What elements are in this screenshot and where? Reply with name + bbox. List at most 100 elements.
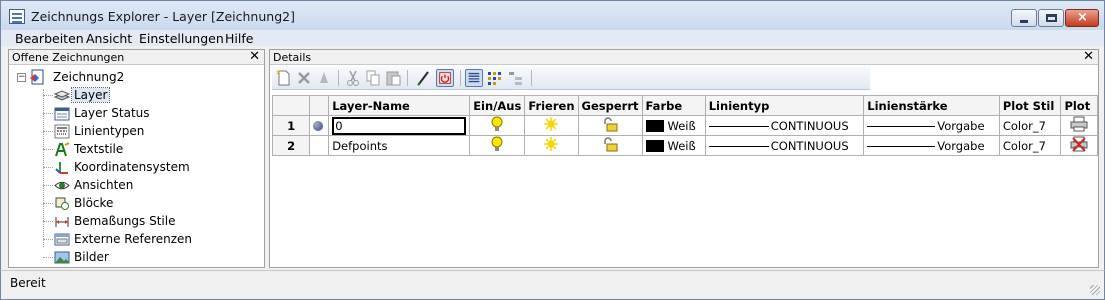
sun-icon[interactable] [543, 136, 559, 152]
close-pane-icon[interactable]: ✕ [249, 49, 260, 64]
details-view-icon[interactable] [465, 69, 483, 87]
column-header-on-off[interactable]: Ein/Aus [469, 95, 526, 116]
menu-ansicht[interactable]: Ansicht [86, 31, 132, 46]
linetype-cell[interactable]: CONTINUOUS [704, 135, 865, 156]
tree-view-icon[interactable] [507, 69, 525, 87]
color-cell[interactable]: Weiß [641, 115, 706, 136]
color-cell[interactable]: Weiß [641, 135, 706, 156]
edit-pen-icon[interactable] [415, 69, 433, 87]
tree-item-koordinatensystem[interactable]: Koordinatensystem [43, 159, 253, 177]
window-title: Zeichnungs Explorer - Layer [Zeichnung2] [31, 9, 295, 24]
table-header-row: Layer-Name Ein/Aus Frieren Gesperrt Farb… [271, 95, 1098, 116]
tree-item-layer[interactable]: Layer [43, 87, 253, 105]
column-header-plot-style[interactable]: Plot Stil [998, 95, 1062, 116]
layer-name-cell[interactable]: Defpoints [328, 135, 471, 156]
delete-icon[interactable] [295, 69, 313, 87]
on-off-cell[interactable] [469, 115, 526, 136]
no-plot-printer-icon[interactable] [1070, 136, 1088, 152]
cut-icon[interactable] [344, 69, 362, 87]
menu-hilfe[interactable]: Hilfe [225, 31, 253, 46]
menu-einstellungen[interactable]: Einstellungen [139, 31, 224, 46]
linetypes-icon [54, 124, 70, 139]
color-label: Weiß [667, 118, 696, 133]
unlocked-padlock-icon[interactable] [602, 116, 618, 132]
lightbulb-on-icon[interactable] [490, 116, 504, 132]
tree-item-label: Layer [70, 87, 111, 103]
tree-item-bemassungs-stile[interactable]: Bemaßungs Stile [43, 213, 253, 231]
close-details-icon[interactable]: ✕ [1083, 49, 1094, 64]
locked-cell[interactable] [577, 135, 643, 156]
tree-item-bilder[interactable]: Bilder [43, 249, 253, 267]
column-header-layer-name[interactable]: Layer-Name [328, 95, 471, 116]
plot-style-cell[interactable]: Color_7 [998, 135, 1062, 156]
details-title: Details [273, 51, 312, 64]
linetype-cell[interactable]: CONTINUOUS [704, 115, 865, 136]
freeze-cell[interactable] [524, 135, 579, 156]
icon-view-icon[interactable] [486, 69, 504, 87]
sun-icon[interactable] [543, 116, 559, 132]
blocks-icon [55, 197, 69, 210]
tree-item-label: Textstile [74, 142, 124, 156]
plot-style-cell[interactable]: Color_7 [998, 115, 1062, 136]
column-header-freeze[interactable]: Frieren [524, 95, 579, 116]
on-off-cell[interactable] [469, 135, 526, 156]
maximize-icon [1046, 14, 1057, 22]
paste-icon[interactable] [384, 69, 402, 87]
menu-bar: Bearbeiten Ansicht Einstellungen Hilfe [0, 30, 1105, 46]
tree-item-label: Blöcke [74, 196, 114, 210]
set-current-icon[interactable] [315, 69, 333, 87]
layer-table: Layer-Name Ein/Aus Frieren Gesperrt Farb… [271, 95, 1098, 156]
tree-item-label: Layer Status [74, 106, 150, 120]
lineweight-cell[interactable]: Vorgabe [863, 135, 1000, 156]
minimize-button[interactable] [1011, 9, 1037, 27]
tree-item-label: Koordinatensystem [74, 160, 190, 174]
current-layer-cell [309, 115, 330, 136]
freeze-cell[interactable] [524, 115, 579, 136]
table-row[interactable]: 2 Defpoints Weiß CONTINUOUS Vorgabe Colo… [271, 135, 1098, 156]
column-header-lineweight[interactable]: Linienstärke [863, 95, 1000, 116]
details-toolbar [272, 66, 870, 90]
collapse-expander[interactable]: − [17, 73, 26, 82]
table-row[interactable]: 1 0 Weiß CONTINUOUS Vorgabe Color_7 [271, 115, 1098, 136]
plot-cell[interactable] [1060, 135, 1098, 156]
lineweight-sample [867, 145, 936, 147]
column-header-linetype[interactable]: Linientyp [704, 95, 865, 116]
locked-cell[interactable] [577, 115, 643, 136]
tree-item-linientypen[interactable]: Linientypen [43, 123, 253, 141]
linetype-label: CONTINUOUS [770, 118, 849, 133]
tree-item-textstile[interactable]: Textstile [43, 141, 253, 159]
menu-bearbeiten[interactable]: Bearbeiten [15, 31, 84, 46]
column-header-plot[interactable]: Plot [1060, 95, 1098, 116]
lineweight-label: Vorgabe [937, 138, 985, 153]
tree-item-bloecke[interactable]: Blöcke [43, 195, 253, 213]
color-swatch [645, 120, 664, 132]
color-swatch [645, 140, 664, 152]
printer-icon[interactable] [1070, 116, 1088, 132]
power-filter-icon[interactable] [436, 69, 454, 87]
open-drawings-pane: Offene Zeichnungen ✕ − Zeichnung2 Layer … [8, 49, 265, 268]
tree-item-ansichten[interactable]: Ansichten [43, 177, 253, 195]
row-number: 2 [271, 135, 311, 156]
current-layer-icon [313, 121, 324, 131]
tree-item-label: Bilder [74, 250, 109, 264]
column-header-color[interactable]: Farbe [641, 95, 706, 116]
tree-item-externe-referenzen[interactable]: Externe Referenzen [43, 231, 253, 249]
new-layer-icon[interactable] [275, 69, 293, 87]
maximize-button[interactable] [1038, 9, 1064, 27]
lineweight-sample [867, 125, 936, 127]
plot-cell[interactable] [1060, 115, 1098, 136]
tree-root-label: Zeichnung2 [53, 70, 125, 84]
lightbulb-on-icon[interactable] [490, 136, 504, 152]
tree-item-layer-status[interactable]: Layer Status [43, 105, 253, 123]
layer-name-input[interactable]: 0 [332, 116, 467, 135]
linetype-label: CONTINUOUS [770, 138, 849, 153]
resize-grip-icon[interactable] [1090, 285, 1100, 295]
column-header-locked[interactable]: Gesperrt [577, 95, 643, 116]
close-window-button[interactable]: × [1065, 9, 1099, 27]
title-bar: Zeichnungs Explorer - Layer [Zeichnung2]… [0, 0, 1105, 30]
layer-name-cell[interactable]: 0 [328, 115, 471, 136]
external-reference-icon [54, 233, 70, 246]
lineweight-cell[interactable]: Vorgabe [863, 115, 1000, 136]
unlocked-padlock-icon[interactable] [602, 136, 618, 152]
copy-icon[interactable] [364, 69, 382, 87]
